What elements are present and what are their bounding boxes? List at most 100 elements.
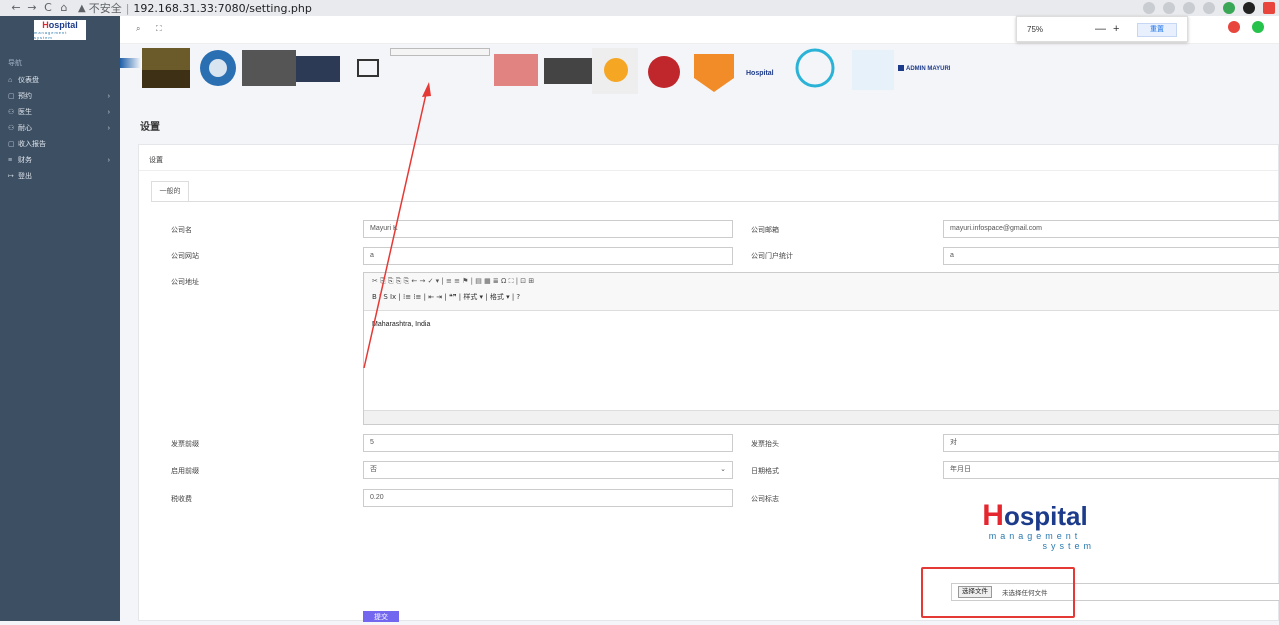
- tools-image: [296, 56, 340, 82]
- login-image: [494, 54, 538, 86]
- chevron-right-icon: ›: [107, 156, 110, 164]
- address-editor[interactable]: ✂ ⎘ ⎘ ⎘ ⎘ ← → ✓ ▾ | ≡ ≡ ⚑ | ▤ ▦ ≣ Ω ⛶ | …: [363, 272, 1279, 425]
- company-logo-label: 公司标志: [751, 496, 779, 503]
- keyboard-image: [544, 58, 592, 84]
- hospital-logo-small: Hospital: [746, 70, 774, 77]
- sidebar-item-label: 收入报告: [18, 141, 46, 148]
- sidebar-item-icon: ▢: [8, 141, 15, 148]
- invoice-header-input[interactable]: 对: [943, 434, 1279, 452]
- reload-icon[interactable]: C: [40, 0, 56, 16]
- security-text: 不安全: [88, 2, 122, 15]
- company-name-label: 公司名: [171, 227, 192, 234]
- settings-card: 设置 一般的 公司名 Mayuri K 公司邮箱 mayuri.infospac…: [138, 144, 1279, 622]
- date-format-input[interactable]: 年月日: [943, 461, 1279, 479]
- chevron-right-icon: ›: [107, 124, 110, 132]
- browser-actions: [1143, 0, 1275, 16]
- address-bar[interactable]: ▲ 不安全 | 192.168.31.33:7080/setting.php: [78, 0, 312, 16]
- sidebar-item-icon: ⚇: [8, 125, 15, 132]
- sidebar-item[interactable]: ▢ 收入报告: [0, 136, 120, 152]
- home-icon[interactable]: ⌂: [56, 0, 72, 16]
- sidebar-item[interactable]: ≡ 财务 ›: [0, 152, 120, 168]
- sidebar-item-icon: ⚇: [8, 109, 15, 116]
- sidebar-item[interactable]: ⚇ 医生 ›: [0, 104, 120, 120]
- star-icon[interactable]: [1183, 2, 1195, 14]
- image-strip: Hospital ADMIN MAYURI: [120, 44, 1279, 98]
- industrial-image: [242, 50, 296, 86]
- forward-icon[interactable]: →: [24, 0, 40, 16]
- company-address-label: 公司地址: [171, 279, 199, 286]
- zoom-reset-button[interactable]: 重置: [1137, 23, 1177, 37]
- sidebar-section-title: 导航: [8, 60, 22, 67]
- chevron-down-icon: ⌄: [720, 466, 726, 473]
- message-icon[interactable]: [1252, 21, 1264, 33]
- sidebar-item-icon: ▢: [8, 93, 15, 100]
- shield-icon: [694, 54, 734, 92]
- extension-badge-icon[interactable]: [1223, 2, 1235, 14]
- sidebar-item-icon: ↦: [8, 173, 14, 180]
- enable-prefix-label: 启用前缀: [171, 468, 199, 475]
- zoom-icon[interactable]: [1163, 2, 1175, 14]
- highlight-box: [921, 567, 1075, 618]
- zoom-popup: 75% — + 重置: [1016, 16, 1188, 42]
- submit-button[interactable]: 提交: [363, 611, 399, 622]
- sidebar-item-label: 登出: [18, 173, 32, 180]
- hospital-logo: Hospital management system: [34, 20, 86, 40]
- company-email-label: 公司邮箱: [751, 227, 779, 234]
- translate-icon[interactable]: [1143, 2, 1155, 14]
- sidebar-logo[interactable]: Hospital management system: [0, 16, 120, 44]
- company-website-input[interactable]: a: [363, 247, 733, 265]
- chevron-right-icon: ›: [107, 92, 110, 100]
- blue-banner-image: [120, 58, 142, 68]
- invoice-header-label: 发票抬头: [751, 441, 779, 448]
- menu-icon[interactable]: [1263, 2, 1275, 14]
- enable-prefix-select[interactable]: 否 ⌄: [363, 461, 733, 479]
- company-gst-input[interactable]: a: [943, 247, 1279, 265]
- apple-image: [648, 56, 680, 88]
- sidebar: Hospital management system 导航 ⌂ 仪表盘 ▢ 预约 › ⚇ 医…: [0, 16, 120, 621]
- editor-toolbar[interactable]: ✂ ⎘ ⎘ ⎘ ⎘ ← → ✓ ▾ | ≡ ≡ ⚑ | ▤ ▦ ≣ Ω ⛶ | …: [364, 273, 1279, 311]
- sidebar-item[interactable]: ↦ 登出: [0, 168, 120, 184]
- top-header: ⌕ ⛶ 75% — + 重置: [120, 16, 1279, 44]
- fullscreen-icon[interactable]: ⛶: [156, 24, 162, 34]
- profile-icon[interactable]: [1243, 2, 1255, 14]
- sidebar-item-icon: ⌂: [8, 76, 13, 84]
- notification-icon[interactable]: [1228, 21, 1240, 33]
- tax-input[interactable]: 0.20: [363, 489, 733, 507]
- sidebar-item-label: 预约: [18, 93, 32, 100]
- admin-logo-icon: [898, 65, 904, 71]
- sidebar-item-label: 仪表盘: [18, 77, 39, 84]
- editor-toolbar-row-1[interactable]: ✂ ⎘ ⎘ ⎘ ⎘ ← → ✓ ▾ | ≡ ≡ ⚑ | ▤ ▦ ≣ Ω ⛶ | …: [372, 277, 1279, 292]
- page-title: 设置: [140, 122, 160, 133]
- extension-icon[interactable]: [1203, 2, 1215, 14]
- sidebar-item[interactable]: ⚇ 耐心 ›: [0, 120, 120, 136]
- editor-toolbar-row-2[interactable]: B I S Ix | ⁞≡ ⁞≡ | ⇤ ⇥ | ❝❞ | 样式 ▾ | 格式 …: [372, 292, 1279, 307]
- sidebar-item[interactable]: ▢ 预约 ›: [0, 88, 120, 104]
- sidebar-item[interactable]: ⌂ 仪表盘: [0, 72, 120, 88]
- search-icon[interactable]: ⌕: [136, 24, 140, 34]
- sidebar-item-label: 医生: [18, 109, 32, 116]
- date-format-label: 日期格式: [751, 468, 779, 475]
- sidebar-item-icon: ≡: [8, 156, 13, 164]
- back-icon[interactable]: ←: [8, 0, 24, 16]
- company-logo-preview: Hospital management system: [982, 499, 1095, 552]
- card-title: 设置: [139, 145, 1278, 171]
- broken-image: [390, 48, 490, 56]
- tab-general[interactable]: 一般的: [151, 181, 189, 201]
- chevron-right-icon: ›: [107, 108, 110, 116]
- laptop-image: [852, 50, 894, 90]
- company-website-label: 公司网站: [171, 253, 199, 260]
- image-strip-graphics: Hospital: [120, 48, 904, 94]
- security-warning-icon[interactable]: ▲: [78, 3, 86, 14]
- invoice-prefix-input[interactable]: 5: [363, 434, 733, 452]
- editor-statusbar: [364, 410, 1279, 424]
- zoom-in-button[interactable]: +: [1113, 23, 1119, 35]
- admin-label: ADMIN MAYURI: [906, 66, 951, 72]
- url-text[interactable]: 192.168.31.33:7080/setting.php: [133, 2, 311, 15]
- sidebar-item-label: 财务: [18, 157, 32, 164]
- zoom-out-button[interactable]: —: [1095, 23, 1106, 35]
- company-name-input[interactable]: Mayuri K: [363, 220, 733, 238]
- browser-toolbar: ← → C ⌂ ▲ 不安全 | 192.168.31.33:7080/setti…: [0, 0, 1279, 16]
- company-gst-label: 公司门户统计: [751, 253, 793, 260]
- editor-content[interactable]: Maharashtra, India: [364, 311, 1279, 338]
- company-email-input[interactable]: mayuri.infospace@gmail.com: [943, 220, 1279, 238]
